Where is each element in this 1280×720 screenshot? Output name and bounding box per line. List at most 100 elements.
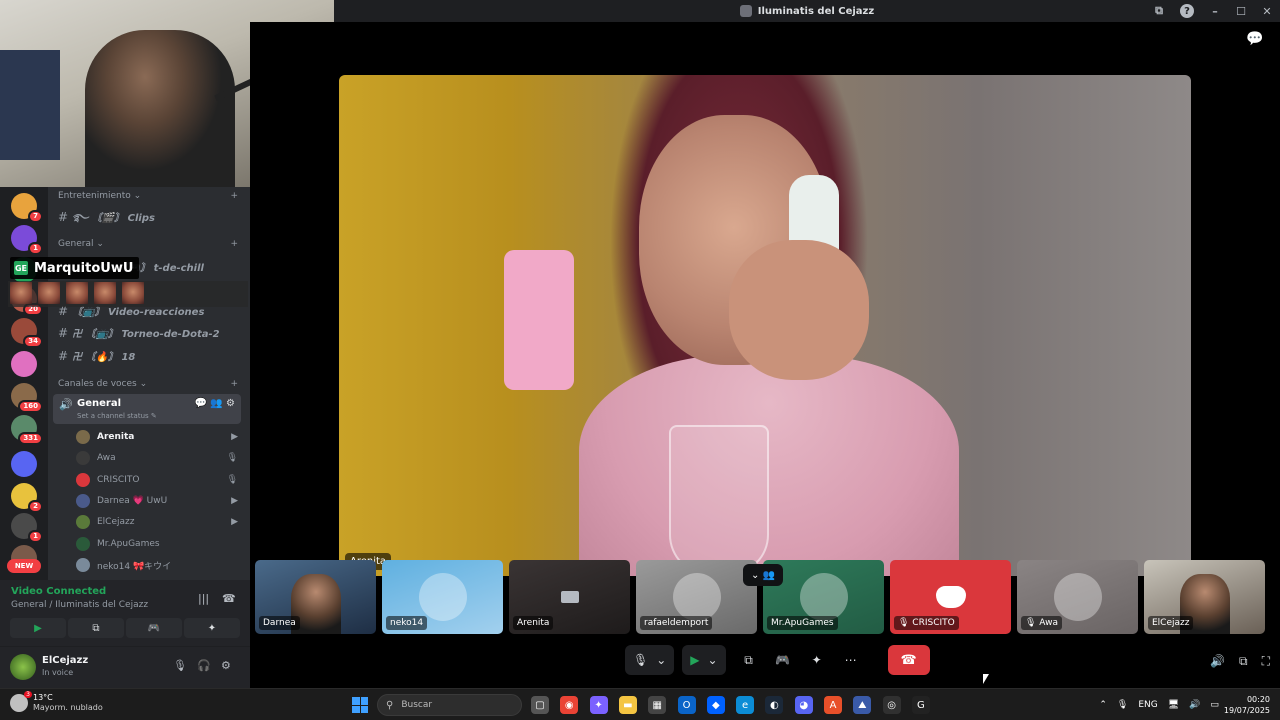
mic-icon[interactable]: 🎙: [1117, 700, 1128, 710]
screen-share-button[interactable]: ⧉: [68, 618, 124, 638]
activity-button[interactable]: 🎮: [126, 618, 182, 638]
screen-share-button[interactable]: ⧉: [734, 645, 764, 675]
close-button[interactable]: ✕: [1254, 0, 1280, 22]
chrome-icon[interactable]: ◉: [560, 696, 579, 714]
more-options-button[interactable]: ⋯: [836, 645, 866, 675]
server-logo-icon[interactable]: [11, 351, 37, 377]
voice-channel-general[interactable]: 🔊 General Set a channel status ✎ 💬 👥 ⚙: [53, 394, 241, 424]
maximize-button[interactable]: ☐: [1228, 0, 1254, 22]
app-icon[interactable]: A: [824, 696, 842, 714]
soundboard-button[interactable]: ✦: [802, 645, 832, 675]
volume-icon[interactable]: 🔊: [1189, 700, 1200, 710]
participant-tile[interactable]: neko14: [382, 560, 503, 634]
add-channel-icon[interactable]: +: [230, 379, 238, 389]
fullscreen-icon[interactable]: ⛶: [1262, 654, 1270, 669]
participant-tile[interactable]: Darnea: [255, 560, 376, 634]
chevron-down-icon[interactable]: ⌄: [656, 653, 666, 667]
main-video[interactable]: Arenita: [339, 75, 1191, 576]
server-user-avatar-icon[interactable]: 160: [11, 383, 43, 413]
overlay-speaker-name: MarquitoUwU: [34, 260, 134, 276]
chevron-down-icon[interactable]: ⌄: [708, 653, 718, 667]
voice-connected-channel[interactable]: General / Iluminatis del Cejazz: [11, 600, 148, 610]
minimize-button[interactable]: –: [1202, 0, 1228, 22]
help-icon[interactable]: ?: [1180, 4, 1194, 18]
channel-torneo-dota[interactable]: # 卍 〘📺〙 Torneo-de-Dota-2: [58, 325, 220, 340]
weather-icon: 3: [10, 691, 32, 712]
outlook-icon[interactable]: O: [677, 696, 696, 714]
server-sword-icon[interactable]: 1: [11, 225, 43, 255]
activity-button[interactable]: 🎮: [768, 645, 798, 675]
battery-icon[interactable]: ▭: [1210, 700, 1219, 710]
popout-icon[interactable]: ⧉: [1239, 654, 1248, 669]
dropbox-icon[interactable]: ◆: [706, 696, 725, 714]
copilot-icon[interactable]: ✦: [589, 696, 608, 714]
search-placeholder: Buscar: [401, 700, 433, 710]
channel-clips[interactable]: # ࿐ 〘🎬〙 Clips: [58, 207, 155, 235]
soundboard-button[interactable]: ✦: [184, 618, 240, 638]
wine-glass-shape: [669, 425, 769, 575]
participant-tile[interactable]: 🎙 CRISCITO: [890, 560, 1011, 634]
store-icon[interactable]: ▦: [648, 696, 667, 714]
discord-icon[interactable]: ◕: [794, 696, 813, 714]
channel-18[interactable]: # 卍 〘🔥〙 18: [58, 348, 135, 363]
network-icon[interactable]: 🖥: [1168, 700, 1179, 710]
signal-icon[interactable]: |||: [198, 592, 209, 605]
server-user-avatar-icon[interactable]: 331: [11, 415, 43, 445]
webcam-person: [85, 30, 235, 187]
app-icon[interactable]: G: [911, 696, 930, 714]
server-crown-icon[interactable]: 2: [11, 483, 43, 513]
search-input[interactable]: ⚲ Buscar: [377, 694, 522, 716]
voice-state-icon: 🎙: [226, 453, 238, 463]
server-folder-icon[interactable]: [11, 451, 37, 477]
weather-widget[interactable]: 3 13°C Mayorm. nublado: [10, 691, 103, 713]
avatar[interactable]: [10, 654, 36, 680]
voice-user[interactable]: Darnea 💗 UwU ▶: [76, 492, 238, 510]
server-user-avatar-icon[interactable]: 1: [11, 513, 43, 543]
participant-tile[interactable]: 🎙 Awa: [1017, 560, 1138, 634]
settings-icon[interactable]: ⚙: [221, 659, 231, 672]
participant-tile[interactable]: rafaeldemport ⌄ 👥: [636, 560, 783, 634]
voice-channel-tools[interactable]: 💬 👥 ⚙: [195, 398, 235, 409]
window-title: Iluminatis del Cejazz: [757, 5, 875, 17]
server-fox-icon[interactable]: 7: [11, 193, 43, 223]
app-icon[interactable]: ⛰: [853, 696, 872, 714]
category-canales-de-voces[interactable]: Canales de voces ⌄ +: [58, 379, 238, 389]
camera-button[interactable]: ▶: [10, 618, 66, 638]
headphones-icon[interactable]: 🎧: [197, 659, 211, 672]
voice-user[interactable]: ElCejazz ▶: [76, 513, 238, 531]
task-view-icon[interactable]: ▢: [531, 696, 549, 714]
file-explorer-icon[interactable]: ▬: [618, 696, 637, 714]
screen-share-icon[interactable]: ⧉: [1146, 0, 1172, 22]
add-channel-icon[interactable]: +: [230, 239, 238, 249]
participant-tile[interactable]: Arenita: [509, 560, 630, 634]
mic-icon[interactable]: 🎙: [173, 659, 187, 672]
channel-status[interactable]: Set a channel status ✎: [77, 412, 157, 420]
voice-user[interactable]: neko14 🎀キウイ: [76, 556, 238, 574]
mic-icon[interactable]: 🎙: [633, 653, 648, 667]
video-camera-icon[interactable]: ▶: [690, 653, 699, 667]
start-button[interactable]: [352, 697, 368, 713]
voice-user[interactable]: Mr.ApuGames: [76, 535, 238, 553]
edge-icon[interactable]: e: [736, 696, 755, 714]
category-general[interactable]: General ⌄ +: [58, 239, 238, 249]
participant-tile[interactable]: ElCejazz: [1144, 560, 1265, 634]
volume-icon[interactable]: 🔊: [1210, 654, 1225, 669]
clock[interactable]: 00:20 19/07/2025: [1224, 694, 1270, 716]
new-badge[interactable]: NEW: [7, 559, 41, 573]
category-entretenimiento[interactable]: Entretenimiento ⌄ +: [58, 191, 238, 201]
language-indicator[interactable]: ENG: [1138, 700, 1157, 710]
disconnect-icon[interactable]: ☎: [222, 592, 236, 605]
steam-icon[interactable]: ◐: [765, 696, 784, 714]
server-user-avatar-icon[interactable]: 34: [11, 318, 43, 348]
obs-icon[interactable]: ◎: [882, 696, 901, 714]
voice-user[interactable]: Arenita ▶: [76, 428, 238, 446]
tile-menu-popover[interactable]: ⌄ 👥: [743, 564, 783, 586]
voice-user[interactable]: CRISCITO 🎙: [76, 471, 238, 489]
add-channel-icon[interactable]: +: [230, 191, 238, 201]
voice-user[interactable]: Awa 🎙: [76, 449, 238, 467]
leave-call-button[interactable]: ☎: [887, 645, 930, 675]
overlay-voice-strip: [8, 281, 248, 307]
show-hidden-icons[interactable]: ⌃: [1099, 700, 1107, 710]
overlay-avatar: [66, 282, 88, 304]
chat-icon[interactable]: 💬: [1246, 31, 1263, 47]
